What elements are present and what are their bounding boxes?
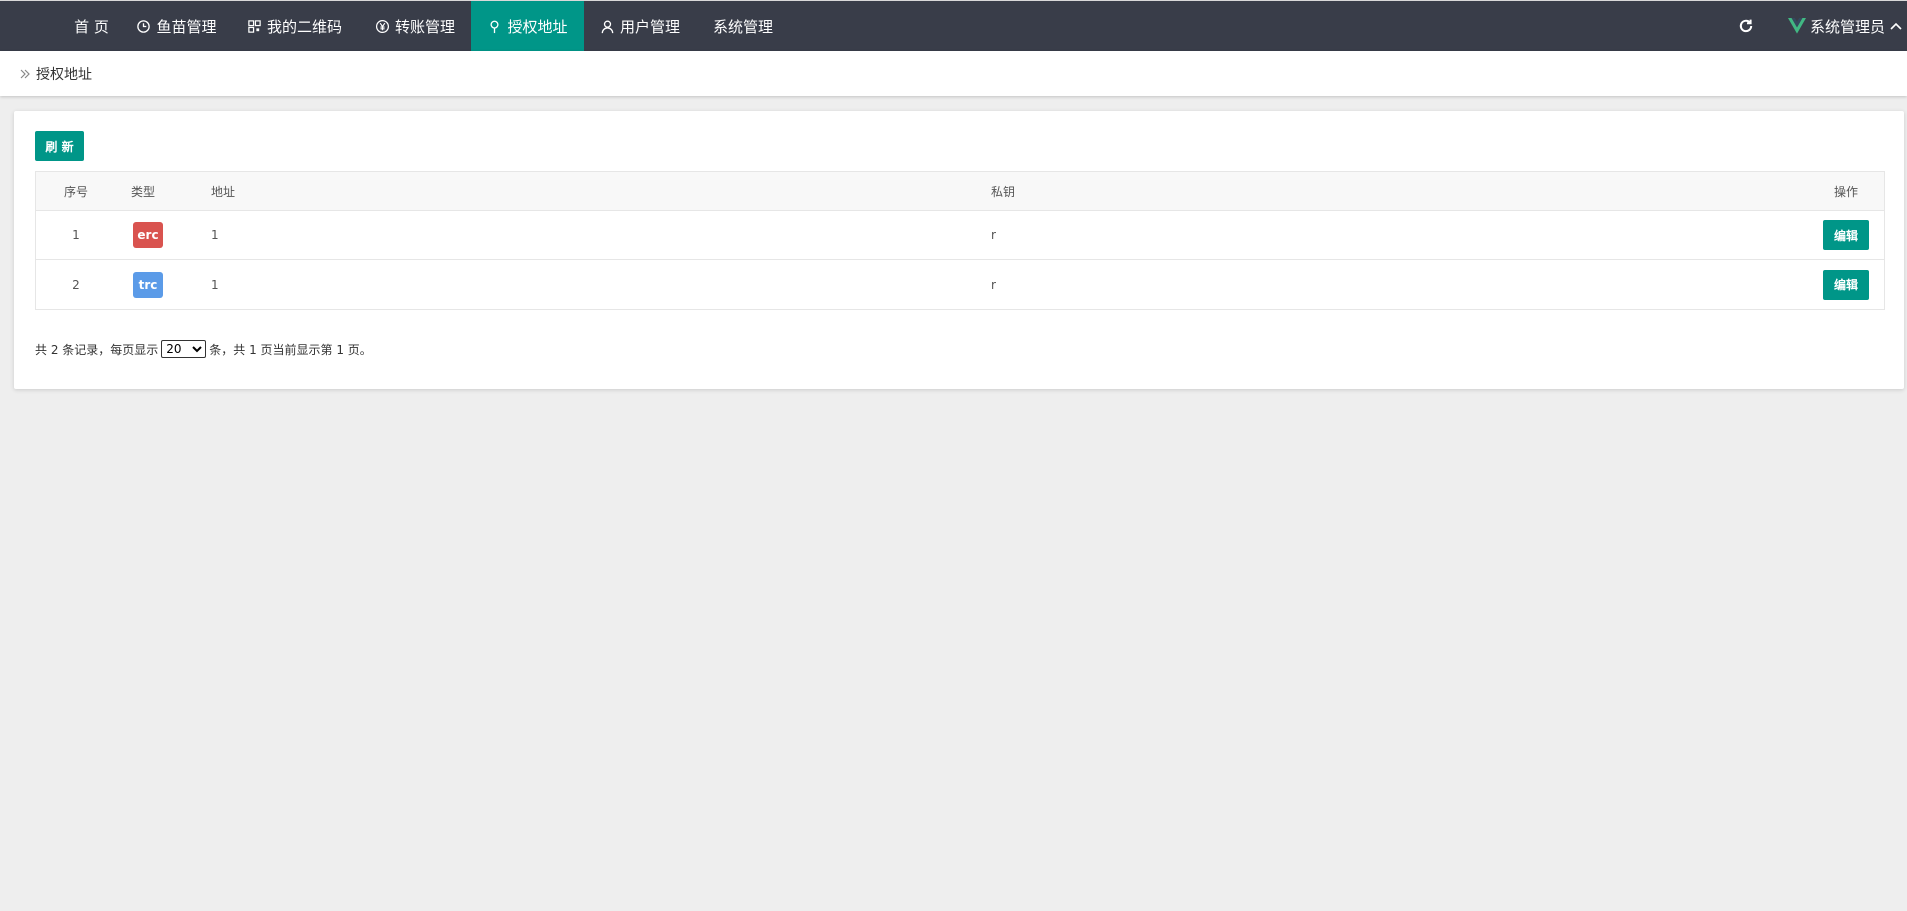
- row-index: 1: [72, 228, 80, 242]
- type-badge-erc: erc: [133, 222, 163, 248]
- nav-item-label: 用户管理: [619, 17, 680, 36]
- pagination-suffix: 条，共 1 页当前显示第 1 页。: [209, 342, 372, 357]
- table-row: 2 trc 1 r 编辑: [36, 260, 1884, 309]
- row-actions: 编辑: [1816, 260, 1876, 309]
- table-header: 序号 类型 地址 私钥 操作: [36, 172, 1884, 211]
- header-index: 序号: [63, 184, 88, 199]
- row-private-key: r: [991, 228, 996, 242]
- header-type: 类型: [131, 184, 156, 199]
- header-actions: 操作: [1833, 184, 1858, 199]
- top-navbar: 首 页 鱼苗管理 我的二维码 转账管理 授权地址 用户管理 系统管理 系统管理员: [0, 0, 1907, 51]
- pagination: 共 2 条记录，每页显示 20 条，共 1 页当前显示第 1 页。: [35, 340, 372, 358]
- row-address: 1: [211, 228, 219, 242]
- chevron-up-icon: [1890, 22, 1902, 30]
- clock-icon: [137, 19, 151, 33]
- nav-item-label: 授权地址: [507, 17, 568, 36]
- row-address: 1: [211, 277, 219, 292]
- pagination-prefix: 共 2 条记录，每页显示: [35, 342, 159, 357]
- type-badge-trc: trc: [133, 271, 163, 298]
- content-card: 刷 新 序号 类型 地址 私钥 操作 1 erc 1 r 编辑 2 trc 1: [14, 111, 1904, 389]
- nav-item-label: 鱼苗管理: [156, 17, 217, 36]
- nav-item-home[interactable]: 首 页: [52, 1, 131, 51]
- header-address: 地址: [211, 184, 236, 199]
- row-private-key: r: [991, 277, 996, 292]
- header-private-key: 私钥: [991, 184, 1016, 199]
- nav-item-label: 转账管理: [394, 17, 455, 36]
- nav-item-label: 我的二维码: [266, 17, 342, 36]
- nav-item-fry-management[interactable]: 鱼苗管理: [131, 1, 222, 51]
- nav-item-authorized-address[interactable]: 授权地址: [471, 1, 584, 51]
- row-type: trc: [131, 260, 191, 309]
- user-name: 系统管理员: [1810, 17, 1886, 36]
- address-table: 序号 类型 地址 私钥 操作 1 erc 1 r 编辑 2 trc 1 r 编辑: [35, 171, 1885, 310]
- qrcode-icon: [248, 19, 261, 33]
- nav-item-transfer-management[interactable]: 转账管理: [365, 1, 465, 51]
- refresh-icon[interactable]: [1736, 16, 1756, 36]
- vue-logo-icon: [1788, 18, 1806, 34]
- breadcrumb: 授权地址: [0, 51, 1907, 96]
- row-actions: 编辑: [1816, 211, 1876, 259]
- edit-button[interactable]: 编辑: [1823, 220, 1869, 250]
- pin-icon: [490, 20, 500, 33]
- yen-icon: [375, 19, 390, 33]
- row-index: 2: [72, 277, 80, 292]
- refresh-button[interactable]: 刷 新: [35, 131, 84, 161]
- nav-item-label: 系统管理: [712, 17, 773, 36]
- double-chevron-right-icon: [20, 69, 30, 78]
- page-size-select[interactable]: 20: [161, 340, 207, 358]
- table-row: 1 erc 1 r 编辑: [36, 211, 1884, 260]
- nav-item-system-management[interactable]: 系统管理: [709, 1, 777, 51]
- edit-button[interactable]: 编辑: [1823, 269, 1869, 300]
- breadcrumb-current: 授权地址: [36, 66, 92, 83]
- user-menu[interactable]: 系统管理员: [1788, 1, 1907, 51]
- nav-item-user-management[interactable]: 用户管理: [596, 1, 684, 51]
- nav-item-my-qrcode[interactable]: 我的二维码: [237, 1, 352, 51]
- user-icon: [601, 19, 614, 33]
- nav-item-label: 首 页: [74, 17, 109, 36]
- row-type: erc: [131, 211, 191, 259]
